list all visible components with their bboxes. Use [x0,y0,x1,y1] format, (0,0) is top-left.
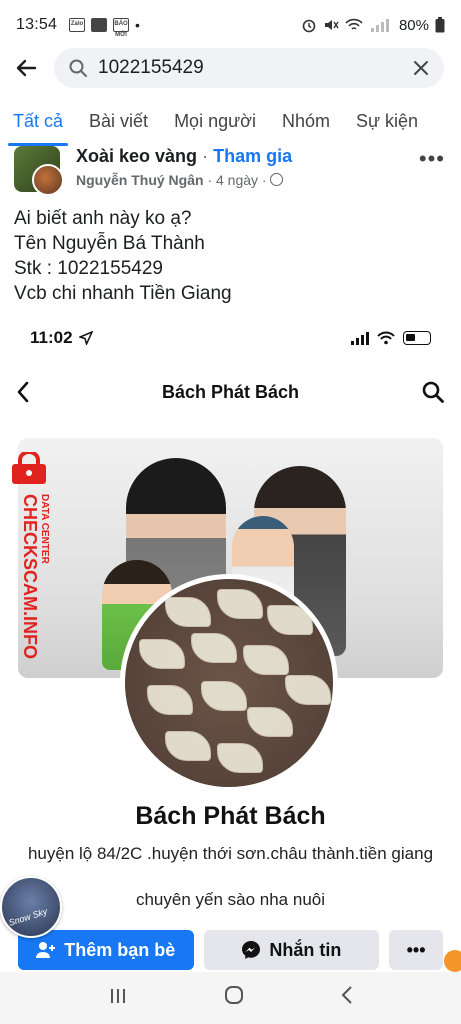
author-name[interactable]: Nguyễn Thuý Ngân [76,172,204,188]
zalo-notification-icon: Zalo [69,18,86,32]
chat-head-caption: Snow Sky [7,906,49,928]
add-friend-icon [36,942,56,958]
bird-nest-piece [243,645,289,675]
post-meta: Nguyễn Thuý Ngân · 4 ngày · [76,172,284,188]
baomoi-notification-icon: BÁO MỚI [113,18,130,38]
screenshot-nav: Bách Phát Bách [0,372,461,412]
android-nav-bar [0,972,461,1024]
screenshot-clock: 11:02 [30,328,73,347]
watermark-text: CHECKSCAM.INFO DATA CENTER [20,494,50,659]
signal-icon [370,19,389,32]
wifi-icon [345,18,363,30]
battery-icon [403,331,431,345]
profile-bio-business: chuyên yến sào nha nuôi [135,890,326,909]
tab-all[interactable]: Tất cả [0,96,76,146]
watermark: CHECKSCAM.INFO DATA CENTER [2,452,50,672]
chevron-left-icon [17,381,29,403]
bird-nest-piece [247,707,293,737]
message-label: Nhắn tin [269,939,342,960]
attached-screenshot[interactable]: 11:02 Bách Phát Bách Bách Phát Bách huyệ… [0,318,461,970]
status-bar: 13:54 Zalo BÁO MỚI • 80% [0,0,461,50]
profile-actions: Thêm bạn bè Nhắn tin ••• [18,930,443,970]
recent-apps-button[interactable] [109,985,127,1011]
chevron-left-icon [341,986,352,1004]
separator: · [202,146,209,166]
cell-signal-icon [351,331,369,345]
lock-icon [12,452,46,484]
messenger-icon [242,941,261,959]
post-line: Tên Nguyễn Bá Thành [14,233,205,254]
post-line: Vcb chi nhanh Tiền Giang [14,283,232,304]
group-name-line: Xoài keo vàng · Tham gia [76,146,292,167]
bird-nest-piece [285,675,331,705]
home-button[interactable] [224,985,244,1011]
add-friend-label: Thêm bạn bè [64,939,176,960]
search-icon [69,59,87,77]
search-tabs: Tất cả Bài viết Mọi người Nhóm Sự kiện [0,96,461,146]
profile-bio-address: huyện lộ 84/2C .huyện thới sơn.châu thàn… [27,844,434,863]
chat-head-avatar[interactable]: Snow Sky [0,876,62,938]
watermark-sub: DATA CENTER [39,494,50,565]
group-name[interactable]: Xoài keo vàng [76,146,197,166]
dot-icon: • [135,17,140,33]
add-friend-button[interactable]: Thêm bạn bè [18,930,194,970]
watermark-brand: CHECKSCAM.INFO [20,494,40,659]
search-icon [422,381,444,403]
more-actions-button[interactable]: ••• [389,930,443,970]
bird-nest-piece [165,731,211,761]
image-notification-icon [91,18,108,32]
profile-name: Bách Phát Bách [135,802,326,830]
system-icons: 80% [301,17,445,34]
post-line: Ai biết anh này ko ạ? [14,208,192,229]
group-avatar[interactable] [14,146,66,198]
post-age: · 4 ngày · [207,172,267,188]
bird-nest-piece [191,633,237,663]
post-body: Ai biết anh này ko ạ? Tên Nguyễn Bá Thàn… [14,206,444,306]
arrow-left-icon [16,59,37,77]
tab-posts[interactable]: Bài viết [76,96,161,146]
clock: 13:54 [16,16,58,33]
system-back-button[interactable] [341,985,353,1011]
search-query[interactable]: 1022155429 [98,57,412,79]
post-line: Stk : 1022155429 [14,258,163,279]
bird-nest-piece [201,681,247,711]
floating-badge-icon[interactable] [444,950,461,972]
search-input[interactable]: 1022155429 [54,48,444,88]
screenshot-system-icons [351,331,431,345]
screenshot-status-bar: 11:02 [0,318,461,358]
join-group-button[interactable]: Tham gia [213,146,292,166]
back-button[interactable] [0,46,52,90]
battery-percent: 80% [398,16,429,34]
notification-icons: Zalo BÁO MỚI • [69,17,140,38]
alarm-icon [302,19,316,33]
search-row: 1022155429 [0,46,461,90]
recent-apps-icon [110,989,125,1003]
wifi-icon [377,331,395,345]
battery-icon [435,17,445,33]
mute-icon [324,20,339,30]
location-arrow-icon [78,331,93,345]
post-header: Xoài keo vàng · Tham gia Nguyễn Thuý Ngâ… [0,146,461,202]
close-icon[interactable] [412,59,430,77]
tab-groups[interactable]: Nhóm [269,96,343,146]
bird-nest-piece [147,685,193,715]
screenshot-profile-title: Bách Phát Bách [161,381,300,402]
globe-icon [270,173,284,186]
bird-nest-piece [139,639,185,669]
profile-picture [120,574,338,792]
author-avatar[interactable] [32,164,64,196]
message-button[interactable]: Nhắn tin [203,930,380,970]
bird-nest-piece [217,589,263,619]
tab-events[interactable]: Sự kiện [343,96,431,146]
bird-nest-piece [267,605,313,635]
more-dots-icon[interactable]: ••• [419,146,445,172]
home-icon [224,986,243,1004]
bird-nest-piece [165,597,211,627]
tab-people[interactable]: Mọi người [161,96,269,146]
bird-nest-piece [217,743,263,773]
